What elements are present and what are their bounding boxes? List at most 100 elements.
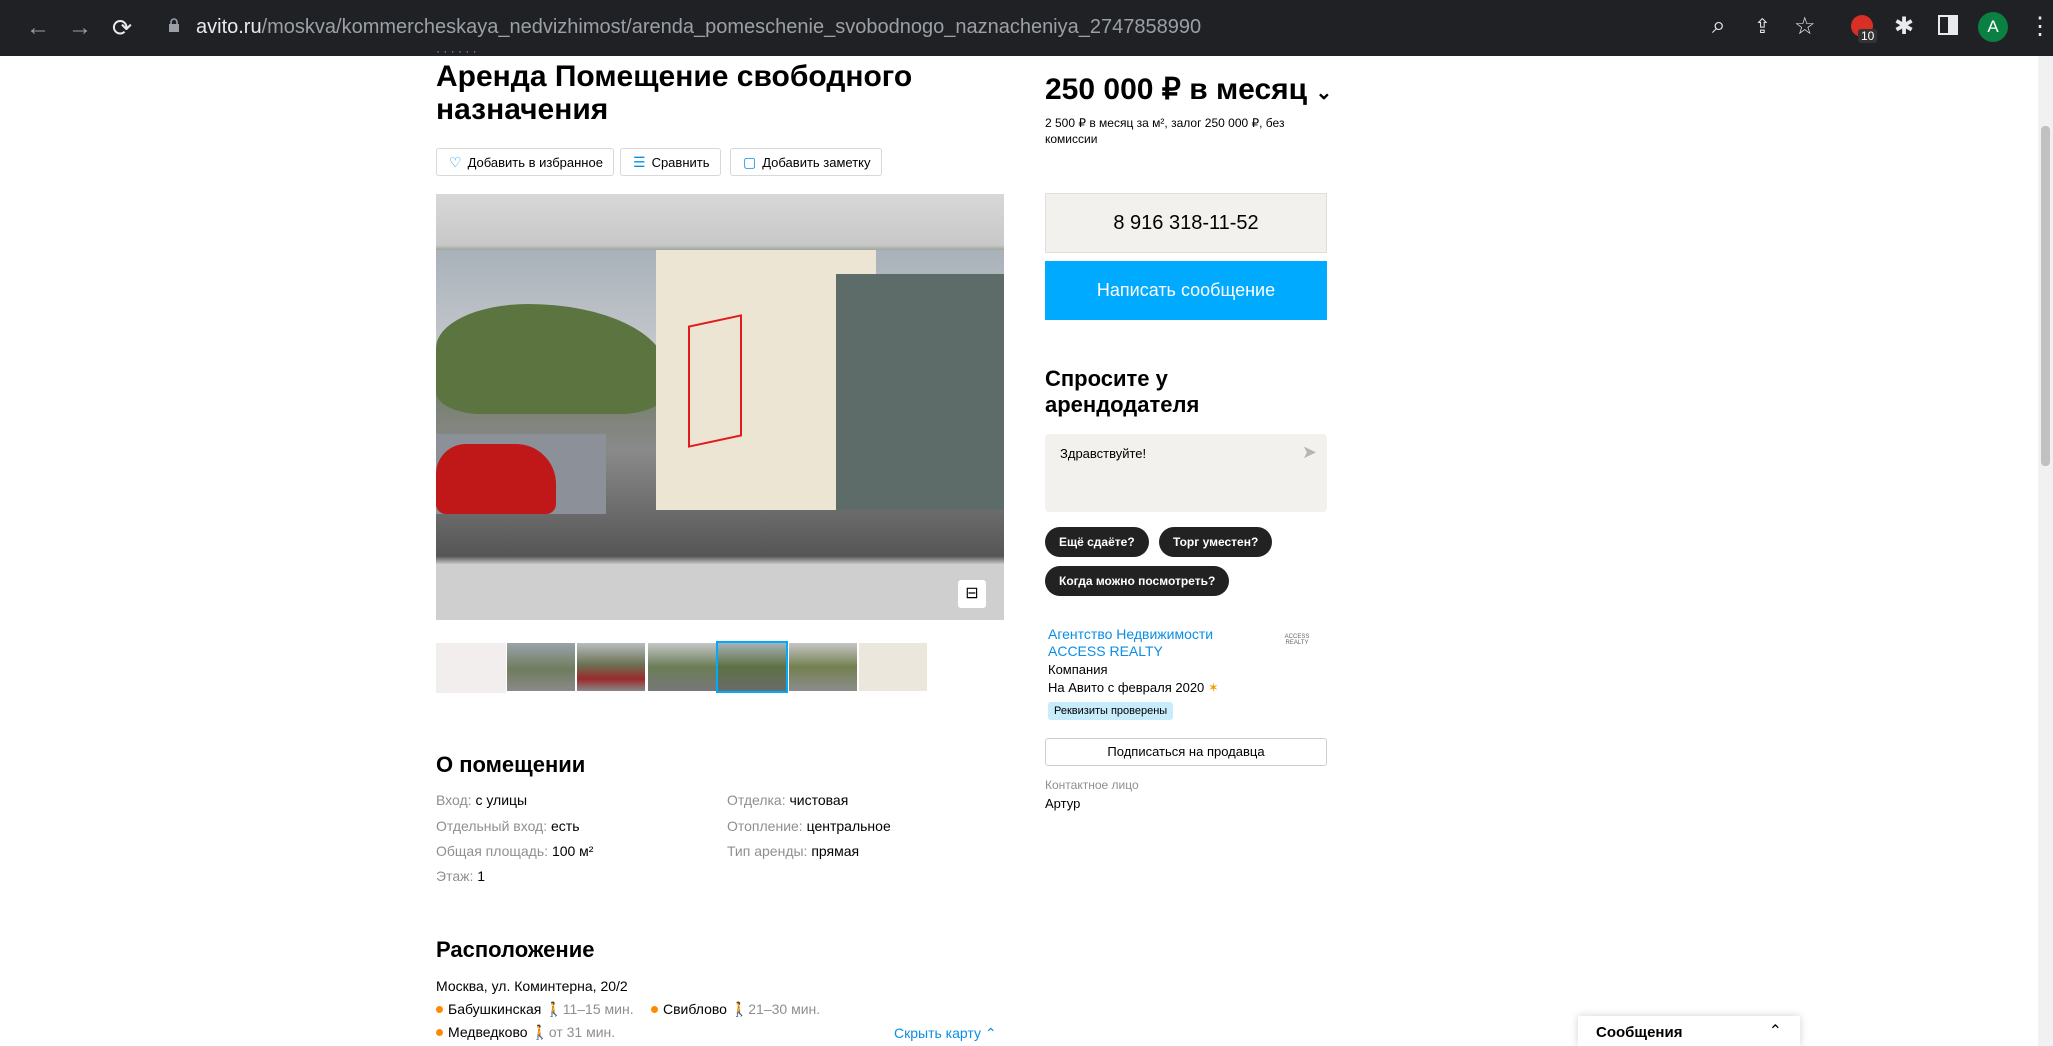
quick-question-chip[interactable]: Торг уместен? — [1159, 527, 1273, 557]
send-icon[interactable]: ➤ — [1302, 442, 1317, 463]
chevron-up-icon: ⌃ — [984, 1025, 997, 1041]
param-key: Вход: — [436, 792, 476, 808]
contact-person-label: Контактное лицо — [1045, 778, 1139, 792]
seller-since-text: На Авито с февраля 2020 — [1048, 680, 1205, 695]
quick-question-chip[interactable]: Когда можно посмотреть? — [1045, 566, 1230, 596]
forward-icon[interactable]: → — [68, 14, 92, 42]
param-heating: Отопление: центральное — [727, 818, 891, 834]
thumbnail-photo-4[interactable] — [648, 643, 716, 691]
metro-time: от 31 мин. — [548, 1024, 616, 1040]
metro-station: Свиблово 🚶21–30 мин. — [651, 1001, 820, 1018]
param-separate-entrance: Отдельный вход: есть — [436, 818, 580, 834]
metro-name: Бабушкинская — [448, 1001, 542, 1017]
param-value: прямая — [811, 843, 860, 859]
message-input[interactable]: Здравствуйте! ➤ — [1045, 434, 1327, 512]
browser-toolbar: ← → ⟳ avito.ru/moskva/kommercheskaya_ned… — [0, 0, 2053, 56]
page-scrollbar[interactable] — [2038, 56, 2053, 1046]
thumbnail-photo-3[interactable] — [577, 643, 645, 691]
ask-heading: Спросите у арендодателя — [1045, 366, 1200, 417]
param-entrance: Вход: с улицы — [436, 792, 527, 808]
thumbnail-photo-2[interactable] — [507, 643, 575, 691]
chevron-down-icon: ⌄ — [1315, 82, 1333, 104]
add-favorite-button[interactable]: ♡ Добавить в избранное — [436, 148, 614, 176]
thumbnail-photo-6[interactable] — [789, 643, 857, 691]
floorplan-icon[interactable]: ⊟ — [958, 580, 986, 608]
param-value: 100 м² — [551, 843, 594, 859]
star-icon[interactable]: ☆ — [1794, 12, 1816, 41]
puzzle-icon[interactable]: ✱ — [1894, 12, 1914, 41]
metro-dot-icon — [651, 1006, 658, 1013]
menu-kebab-icon[interactable]: ⋮ — [2028, 12, 2052, 41]
thumbnail-photo-5-selected[interactable] — [718, 643, 786, 691]
param-value: центральное — [806, 818, 891, 834]
back-icon[interactable]: ← — [26, 14, 50, 42]
thumbnail-map[interactable] — [859, 643, 927, 691]
heart-icon: ♡ — [449, 154, 462, 170]
walk-icon: 🚶 — [730, 1001, 749, 1017]
param-key: Отдельный вход: — [436, 818, 552, 834]
metro-name: Свиблово — [663, 1001, 727, 1017]
seller-logo[interactable]: ACCESS REALTY — [1280, 634, 1314, 662]
param-key: Этаж: — [436, 868, 478, 884]
compare-button[interactable]: ☰ Сравнить — [620, 148, 721, 176]
hide-map-label: Скрыть карту — [894, 1025, 981, 1041]
verified-badge: Реквизиты проверены — [1048, 702, 1174, 720]
address-bar[interactable]: avito.ru/moskva/kommercheskaya_nedvizhim… — [158, 10, 1678, 46]
param-key: Отделка: — [727, 792, 790, 808]
zoom-icon[interactable]: ⌕ — [1712, 12, 1725, 40]
phone-button[interactable]: 8 916 318-11-52 — [1045, 193, 1327, 253]
seller-name-line2: ACCESS REALTY — [1048, 643, 1163, 659]
param-floor: Этаж: 1 — [436, 868, 485, 884]
about-heading: О помещении — [436, 752, 586, 777]
param-value: есть — [551, 818, 580, 834]
param-key: Тип аренды: — [727, 843, 812, 859]
photo-red-car — [436, 444, 556, 514]
photo-bottom-blur — [436, 564, 1004, 620]
messages-label: Сообщения — [1596, 1024, 1683, 1041]
add-note-label: Добавить заметку — [762, 155, 871, 170]
chevron-up-icon[interactable]: ⌃ — [1769, 1021, 1782, 1041]
messages-panel[interactable]: Сообщения ⌃ — [1578, 1016, 1800, 1046]
reload-icon[interactable]: ⟳ — [112, 14, 132, 43]
subscribe-button[interactable]: Подписаться на продавца — [1045, 738, 1327, 766]
compare-icon: ☰ — [633, 154, 646, 170]
thumbnail-floorplan[interactable] — [436, 643, 506, 693]
seller-name-line1: Агентство Недвижимости — [1048, 626, 1214, 642]
hide-map-link[interactable]: Скрыть карту ⌃ — [894, 1025, 997, 1042]
photo-highlight-frame — [688, 314, 742, 448]
walk-icon: 🚶 — [545, 1001, 563, 1017]
scrollbar-thumb[interactable] — [2041, 126, 2050, 466]
metro-station: Бабушкинская 🚶11–15 мин. — [436, 1001, 634, 1018]
metro-time: 11–15 мин. — [562, 1001, 634, 1017]
quick-question-chip[interactable]: Ещё сдаёте? — [1045, 527, 1149, 557]
url-text: avito.ru/moskva/kommercheskaya_nedvizhim… — [196, 16, 1202, 38]
add-note-button[interactable]: ▢ Добавить заметку — [730, 148, 882, 176]
seller-since: На Авито с февраля 2020 ✶ — [1048, 680, 1219, 696]
seller-type: Компания — [1048, 662, 1108, 677]
param-key: Отопление: — [727, 818, 807, 834]
breadcrumb: · · · · · · — [436, 44, 477, 54]
write-message-button[interactable]: Написать сообщение — [1045, 261, 1327, 320]
param-key: Общая площадь: — [436, 843, 552, 859]
contact-person-name: Артур — [1045, 796, 1081, 811]
location-heading: Расположение — [436, 937, 595, 962]
flame-icon: ✶ — [1207, 680, 1219, 695]
extension-badge: 10 — [1858, 29, 1878, 43]
sidepanel-icon[interactable] — [1938, 15, 1958, 35]
address: Москва, ул. Коминтерна, 20/2 — [436, 978, 628, 994]
price[interactable]: 250 000 ₽ в месяц ⌄ — [1045, 72, 1332, 107]
profile-avatar[interactable]: A — [1978, 12, 2008, 42]
seller-name-link[interactable]: Агентство Недвижимости ACCESS REALTY — [1048, 626, 1213, 660]
metro-time: 21–30 мин. — [748, 1001, 821, 1017]
share-icon[interactable]: ⇪ — [1754, 14, 1771, 39]
add-favorite-label: Добавить в избранное — [467, 155, 603, 170]
param-value: 1 — [477, 868, 486, 884]
param-value: чистовая — [789, 792, 849, 808]
param-value: с улицы — [475, 792, 528, 808]
main-photo[interactable]: ⊟ — [436, 194, 1004, 620]
metro-station: Медведково 🚶от 31 мин. — [436, 1024, 615, 1041]
compare-label: Сравнить — [651, 155, 710, 170]
message-text: Здравствуйте! — [1060, 446, 1147, 461]
metro-name: Медведково — [448, 1024, 528, 1040]
metro-dot-icon — [436, 1029, 443, 1036]
